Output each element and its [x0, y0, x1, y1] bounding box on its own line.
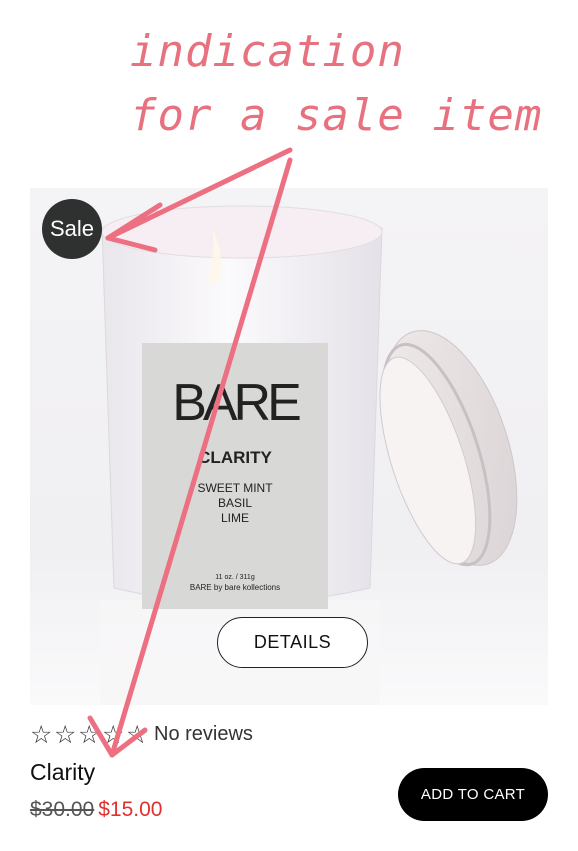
label-maker: BARE by bare kollections: [190, 583, 280, 592]
label-brand: BARE: [172, 374, 300, 432]
label-note-3: LIME: [221, 511, 249, 525]
annotation-line-2: for a sale item: [130, 90, 543, 141]
price: $30.00 $15.00: [30, 798, 162, 822]
reviews-count[interactable]: No reviews: [154, 723, 253, 746]
original-price: $30.00: [30, 798, 95, 821]
sale-annotation: indication for a sale item: [130, 20, 542, 148]
star-empty-icon: ☆: [126, 720, 149, 749]
star-empty-icon: ☆: [54, 720, 77, 749]
star-rating: ☆ ☆ ☆ ☆ ☆: [30, 722, 150, 747]
label-name: CLARITY: [198, 448, 272, 467]
label-size: 11 oz. / 311g: [215, 574, 255, 581]
annotation-line-1: indication: [130, 26, 405, 77]
details-button[interactable]: DETAILS: [217, 617, 368, 668]
label-note-2: BASIL: [218, 496, 252, 510]
star-empty-icon: ☆: [78, 720, 101, 749]
rating[interactable]: ☆ ☆ ☆ ☆ ☆ No reviews: [30, 722, 253, 747]
product-title[interactable]: Clarity: [30, 759, 95, 786]
label-note-1: SWEET MINT: [197, 481, 273, 495]
add-to-cart-button[interactable]: ADD TO CART: [398, 768, 548, 821]
sale-price: $15.00: [98, 798, 163, 821]
star-empty-icon: ☆: [30, 720, 53, 749]
candle-lid: [379, 330, 518, 567]
star-empty-icon: ☆: [102, 720, 125, 749]
sale-badge: Sale: [42, 199, 102, 259]
